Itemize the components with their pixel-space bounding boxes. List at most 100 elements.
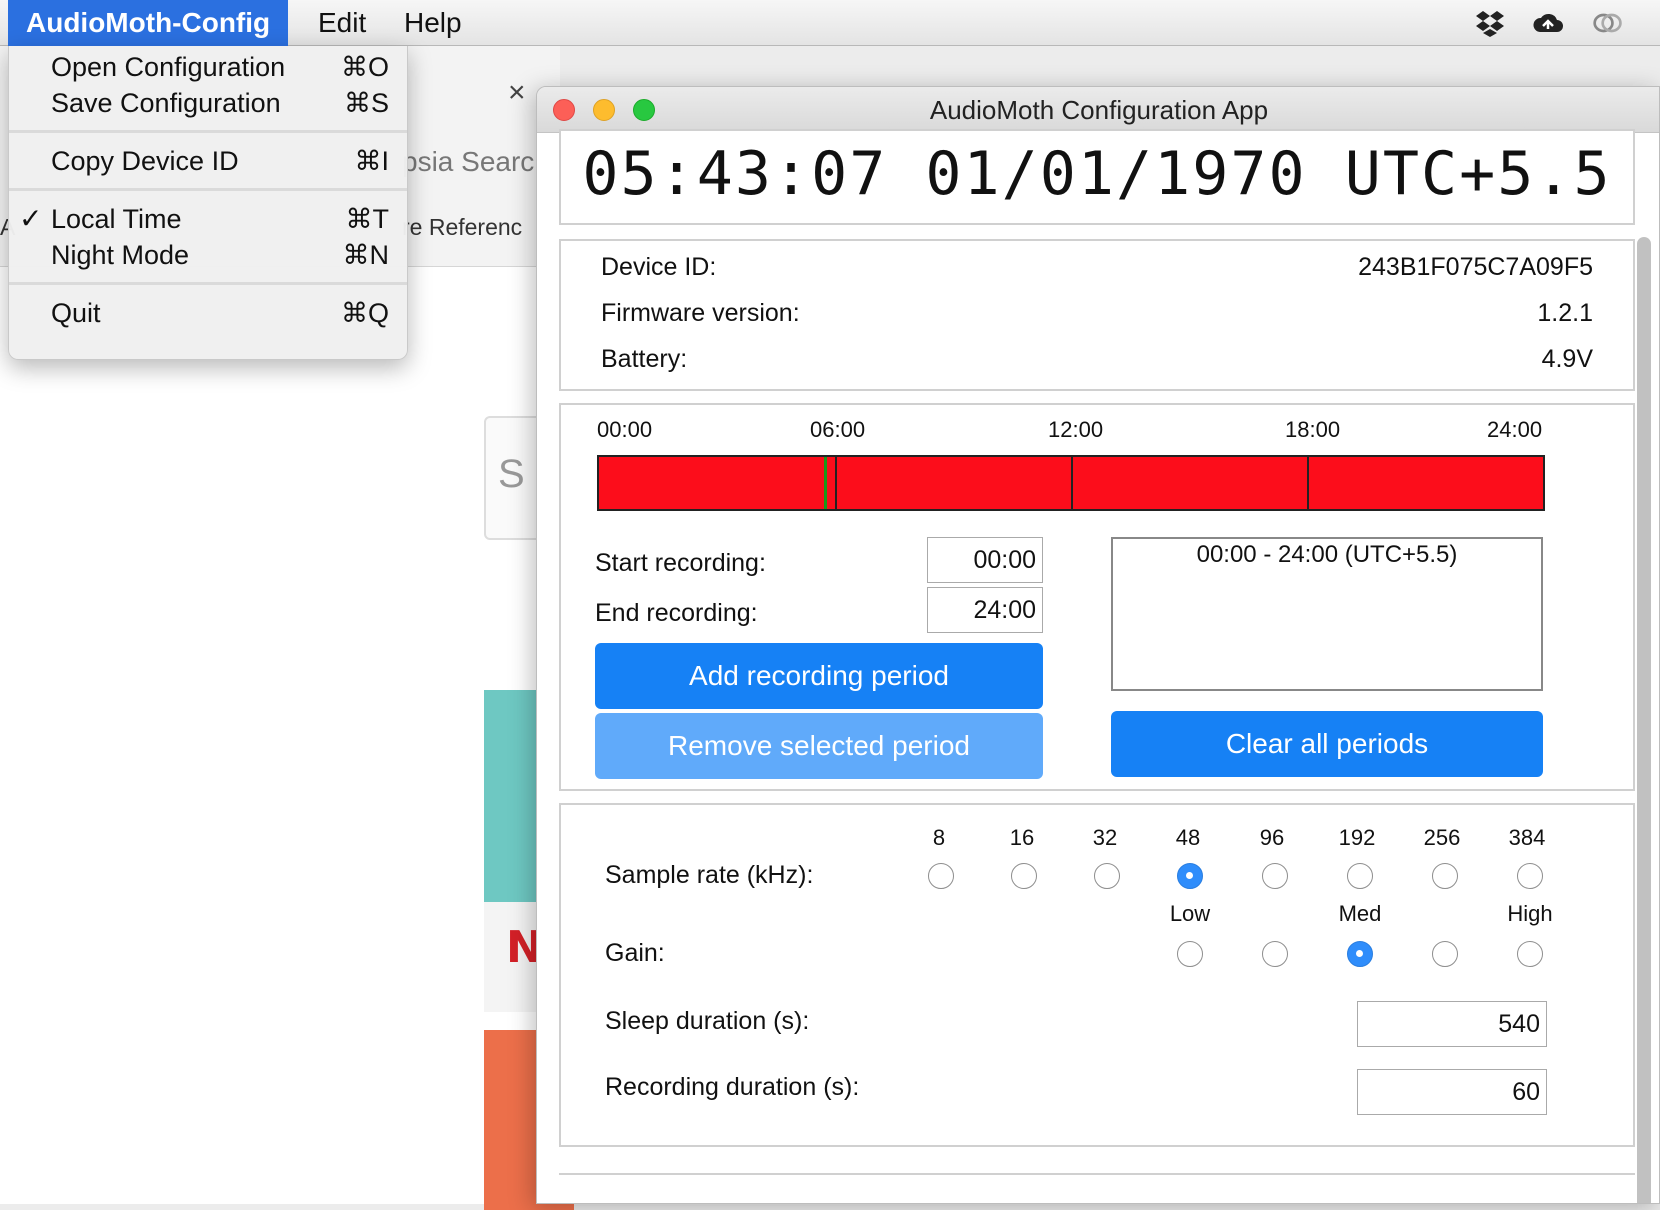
menu-item-shortcut: ⌘Q	[340, 298, 389, 328]
menu-separator	[9, 130, 407, 133]
dropbox-icon[interactable]	[1474, 8, 1506, 38]
sample-rate-option-192: 192	[1338, 825, 1376, 850]
gain-label: Gain:	[605, 939, 665, 967]
menu-item-label: Quit	[51, 298, 101, 328]
timeline-tick-18: 18:00	[1285, 417, 1341, 442]
device-id-value: 243B1F075C7A09F5	[1358, 253, 1593, 281]
start-recording-label: Start recording:	[595, 549, 766, 577]
firmware-value: 1.2.1	[1537, 299, 1593, 327]
recording-duration-input[interactable]	[1357, 1069, 1547, 1115]
audiomoth-window: AudioMoth Configuration App 05:43:07 01/…	[536, 86, 1660, 1204]
menu-item-shortcut: ⌘O	[340, 52, 389, 82]
tab-close-icon[interactable]: ×	[508, 76, 526, 110]
recording-periods-list[interactable]: 00:00 - 24:00 (UTC+5.5)	[1111, 537, 1543, 691]
end-recording-input[interactable]	[927, 587, 1043, 633]
next-panel-edge	[559, 1173, 1635, 1175]
clear-all-periods-button[interactable]: Clear all periods	[1111, 711, 1543, 777]
sync-icon[interactable]	[1592, 8, 1624, 38]
window-title: AudioMoth Configuration App	[929, 95, 1269, 125]
gain-radio-1[interactable]	[1262, 941, 1288, 967]
window-titlebar[interactable]: AudioMoth Configuration App	[537, 87, 1659, 133]
gain-radio-2[interactable]	[1347, 941, 1373, 967]
device-info-panel: Device ID: 243B1F075C7A09F5 Firmware ver…	[559, 239, 1635, 391]
gain-radio-0[interactable]	[1177, 941, 1203, 967]
timeline-divider-12	[1071, 457, 1073, 509]
sample-rate-label: Sample rate (kHz):	[605, 861, 814, 889]
background-reference-tab[interactable]: re Referenc	[402, 214, 522, 241]
sample-rate-option-384: 384	[1508, 825, 1546, 850]
background-search-tab[interactable]: psia Searc	[402, 146, 534, 178]
gain-radio-4[interactable]	[1517, 941, 1543, 967]
current-time-marker	[824, 457, 827, 509]
menu-help[interactable]: Help	[386, 0, 480, 46]
menu-item-label: Copy Device ID	[51, 146, 239, 176]
timeline-tick-0: 00:00	[597, 417, 653, 442]
timeline-divider-18	[1307, 457, 1309, 509]
menu-item-label: Save Configuration	[51, 88, 281, 118]
sample-rate-radio-384[interactable]	[1517, 863, 1543, 889]
menu-item-label: Open Configuration	[51, 52, 286, 82]
sleep-duration-label: Sleep duration (s):	[605, 1007, 810, 1035]
schedule-panel: 00:00 06:00 12:00 18:00 24:00 Start reco…	[559, 403, 1635, 791]
sample-rate-radio-48[interactable]	[1177, 863, 1203, 889]
background-search-placeholder: S	[498, 452, 525, 496]
menu-item-shortcut: ⌘I	[354, 146, 389, 176]
menu-edit[interactable]: Edit	[300, 0, 384, 46]
menu-bar: AudioMoth-Config Edit Help	[0, 0, 1660, 46]
sample-rate-radio-96[interactable]	[1262, 863, 1288, 889]
app-menu-dropdown: Open Configuration ⌘O Save Configuration…	[8, 46, 408, 360]
firmware-label: Firmware version:	[601, 299, 800, 327]
menu-item-save-configuration[interactable]: Save Configuration ⌘S	[9, 84, 407, 122]
window-scrollbar[interactable]	[1637, 237, 1651, 1203]
creative-cloud-icon[interactable]	[1532, 8, 1564, 38]
sample-rate-option-48: 48	[1175, 825, 1201, 850]
menu-item-local-time[interactable]: ✓ Local Time ⌘T	[9, 200, 407, 238]
menu-item-label: Local Time	[51, 204, 182, 234]
menu-separator	[9, 188, 407, 191]
checkmark-icon: ✓	[19, 202, 43, 235]
sample-rate-option-32: 32	[1092, 825, 1118, 850]
settings-panel: 8 16 32 48 96 192 256 384 Sample rate (k…	[559, 803, 1635, 1147]
sample-rate-radio-256[interactable]	[1432, 863, 1458, 889]
menu-item-open-configuration[interactable]: Open Configuration ⌘O	[9, 48, 407, 86]
menu-separator	[9, 282, 407, 285]
sample-rate-option-96: 96	[1259, 825, 1285, 850]
timeline-tick-24: 24:00	[1487, 417, 1543, 442]
start-recording-input[interactable]	[927, 537, 1043, 583]
sample-rate-radio-32[interactable]	[1094, 863, 1120, 889]
sample-rate-option-16: 16	[1009, 825, 1035, 850]
battery-value: 4.9V	[1541, 345, 1593, 373]
menu-item-label: Night Mode	[51, 240, 190, 270]
device-id-label: Device ID:	[601, 253, 717, 281]
recording-timeline[interactable]	[597, 455, 1545, 511]
sample-rate-radio-192[interactable]	[1347, 863, 1373, 889]
gain-label-high: High	[1507, 901, 1553, 926]
sample-rate-option-8: 8	[932, 825, 946, 850]
menu-item-copy-device-id[interactable]: Copy Device ID ⌘I	[9, 142, 407, 180]
remove-selected-period-button[interactable]: Remove selected period	[595, 713, 1043, 779]
menu-item-shortcut: ⌘N	[342, 240, 390, 270]
sample-rate-radio-16[interactable]	[1011, 863, 1037, 889]
recording-duration-label: Recording duration (s):	[605, 1073, 860, 1101]
sample-rate-option-256: 256	[1423, 825, 1461, 850]
window-content: 05:43:07 01/01/1970 UTC+5.5 Device ID: 2…	[537, 129, 1659, 1203]
sleep-duration-input[interactable]	[1357, 1001, 1547, 1047]
gain-label-med: Med	[1338, 901, 1382, 926]
add-recording-period-button[interactable]: Add recording period	[595, 643, 1043, 709]
end-recording-label: End recording:	[595, 599, 758, 627]
clock-panel: 05:43:07 01/01/1970 UTC+5.5	[559, 129, 1635, 225]
gain-label-low: Low	[1169, 901, 1211, 926]
timeline-tick-6: 06:00	[810, 417, 866, 442]
timeline-divider-6	[835, 457, 837, 509]
menu-app-name[interactable]: AudioMoth-Config	[8, 0, 289, 46]
menu-item-night-mode[interactable]: Night Mode ⌘N	[9, 236, 407, 274]
timeline-tick-12: 12:00	[1048, 417, 1104, 442]
gain-radio-3[interactable]	[1432, 941, 1458, 967]
sample-rate-radio-8[interactable]	[928, 863, 954, 889]
menu-item-shortcut: ⌘T	[345, 204, 390, 234]
menu-item-quit[interactable]: Quit ⌘Q	[9, 294, 407, 332]
battery-label: Battery:	[601, 345, 688, 373]
list-item[interactable]: 00:00 - 24:00 (UTC+5.5)	[1113, 541, 1541, 569]
menu-item-shortcut: ⌘S	[343, 88, 389, 118]
clock-display: 05:43:07 01/01/1970 UTC+5.5	[582, 139, 1612, 209]
